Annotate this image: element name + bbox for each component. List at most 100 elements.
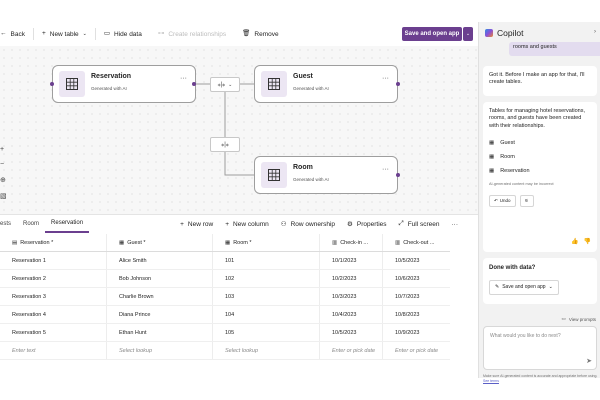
date-input-cell[interactable]: Enter or pick date bbox=[320, 342, 383, 359]
diagram-canvas[interactable]: Reservation Generated with AI ··· ⁎|⁎ ⌄ … bbox=[0, 46, 478, 214]
people-icon: ⚇ bbox=[280, 221, 287, 228]
table-row[interactable]: Reservation 3 Charlie Brown 103 10/3/202… bbox=[0, 288, 450, 306]
send-icon[interactable]: ➤ bbox=[586, 357, 592, 365]
grid-cell[interactable]: 10/6/2023 bbox=[383, 270, 446, 287]
column-header[interactable]: ▤ Reservation * bbox=[0, 234, 107, 251]
copilot-logo-icon bbox=[485, 29, 493, 37]
grid-cell[interactable]: 10/9/2023 bbox=[383, 324, 446, 341]
grid-cell[interactable]: Reservation 3 bbox=[0, 288, 107, 305]
lookup-column-icon: ▦ bbox=[119, 239, 125, 246]
table-row[interactable]: Reservation 5 Ethan Hunt 105 10/5/2023 1… bbox=[0, 324, 450, 342]
row-ownership-button[interactable]: ⚇ Row ownership bbox=[280, 220, 335, 229]
column-header[interactable]: ▦ Room * bbox=[213, 234, 320, 251]
create-relationships-button[interactable]: ⊶ Create relationships bbox=[150, 22, 234, 46]
grid-cell[interactable]: Reservation 1 bbox=[0, 252, 107, 269]
table-icon: ▦ bbox=[489, 153, 495, 160]
trash-icon: 🗑 bbox=[242, 29, 251, 37]
save-and-open-app-button[interactable]: Save and open app bbox=[402, 27, 462, 41]
grid-cell[interactable]: 10/5/2023 bbox=[320, 324, 383, 341]
grid-cell[interactable]: 10/2/2023 bbox=[320, 270, 383, 287]
chevron-down-icon: ⌄ bbox=[82, 30, 87, 37]
adjust-button[interactable]: ⚟ bbox=[519, 195, 534, 208]
grid-cell[interactable]: 10/5/2023 bbox=[383, 252, 446, 269]
lookup-input-cell[interactable]: Select lookup bbox=[107, 342, 213, 359]
table-row[interactable]: Reservation 4 Diana Prince 104 10/4/2023… bbox=[0, 306, 450, 324]
grid-cell[interactable]: Alice Smith bbox=[107, 252, 213, 269]
grid-cell[interactable]: Reservation 4 bbox=[0, 306, 107, 323]
tab-guests[interactable]: ests bbox=[0, 215, 17, 233]
table-actions: + New row + New column ⚇ Row ownership ⚙… bbox=[180, 215, 458, 233]
grid-cell[interactable]: Diana Prince bbox=[107, 306, 213, 323]
column-header[interactable]: ▦ Guest * bbox=[107, 234, 213, 251]
grid-cell[interactable]: 105 bbox=[213, 324, 320, 341]
chevron-down-icon: ⌄ bbox=[228, 81, 233, 88]
table-row[interactable]: Reservation 2 Bob Johnson 102 10/2/2023 … bbox=[0, 270, 450, 288]
tab-room[interactable]: Room bbox=[17, 215, 45, 233]
hide-data-button[interactable]: ▭ Hide data bbox=[96, 22, 150, 46]
grid-cell[interactable]: Reservation 5 bbox=[0, 324, 107, 341]
new-row-button[interactable]: + New row bbox=[180, 221, 213, 228]
done-with-data-card: Done with data? ✎ Save and open app ⌄ bbox=[483, 258, 597, 304]
table-link-guest[interactable]: ▦ Guest bbox=[489, 136, 591, 150]
full-screen-button[interactable]: ⤢ Full screen bbox=[399, 220, 440, 228]
view-prompts-button[interactable]: ▭ View prompts bbox=[562, 316, 596, 322]
tab-reservation[interactable]: Reservation bbox=[45, 215, 90, 233]
grid-cell[interactable]: 103 bbox=[213, 288, 320, 305]
more-options-icon[interactable]: ··· bbox=[452, 221, 459, 228]
table-icon bbox=[261, 71, 287, 97]
properties-button[interactable]: ⚙ Properties bbox=[347, 220, 386, 229]
table-link-room[interactable]: ▦ Room bbox=[489, 150, 591, 164]
many-to-one-icon: ⁎|⁎ bbox=[217, 82, 226, 88]
date-input-cell[interactable]: Enter or pick date bbox=[383, 342, 446, 359]
relationship-badge[interactable]: ⁎|⁎ bbox=[210, 137, 240, 152]
grid-cell[interactable]: Ethan Hunt bbox=[107, 324, 213, 341]
grid-cell[interactable]: Bob Johnson bbox=[107, 270, 213, 287]
map-icon[interactable]: ▧ bbox=[0, 192, 7, 200]
thumbs-down-icon[interactable]: 👎 bbox=[584, 238, 591, 246]
message-actions: ↶ Undo ⚟ bbox=[489, 191, 591, 208]
relationship-badge[interactable]: ⁎|⁎ ⌄ bbox=[210, 77, 240, 92]
grid-cell[interactable]: 10/4/2023 bbox=[320, 306, 383, 323]
grid-cell[interactable]: 10/8/2023 bbox=[383, 306, 446, 323]
save-and-open-app-chip[interactable]: ✎ Save and open app ⌄ bbox=[489, 280, 559, 295]
grid-cell[interactable]: 101 bbox=[213, 252, 320, 269]
text-input-cell[interactable]: Enter text bbox=[0, 342, 107, 359]
thumbs-up-icon[interactable]: 👍 bbox=[571, 238, 578, 246]
grid-cell[interactable]: 10/7/2023 bbox=[383, 288, 446, 305]
copilot-input[interactable]: What would you like to do next? ➤ bbox=[483, 326, 597, 370]
new-row-input[interactable]: Enter text Select lookup Select lookup E… bbox=[0, 342, 450, 360]
assistant-message: Got it. Before I make an app for that, I… bbox=[483, 66, 597, 96]
grid-cell[interactable]: 10/1/2023 bbox=[320, 252, 383, 269]
fit-view-icon[interactable]: ⊕ bbox=[0, 176, 7, 184]
prompts-icon: ▭ bbox=[561, 316, 566, 321]
more-options-icon[interactable]: ··· bbox=[382, 166, 389, 173]
table-node-reservation[interactable]: Reservation Generated with AI ··· bbox=[52, 65, 196, 103]
grid-cell[interactable]: Charlie Brown bbox=[107, 288, 213, 305]
grid-cell[interactable]: Reservation 2 bbox=[0, 270, 107, 287]
more-options-icon[interactable]: ··· bbox=[180, 75, 187, 82]
lookup-column-icon: ▦ bbox=[225, 239, 231, 246]
column-header[interactable]: ▥ Check-in ... bbox=[320, 234, 383, 251]
save-options-chevron-icon[interactable]: ⌄ bbox=[463, 27, 473, 41]
copilot-title: Copilot bbox=[497, 28, 524, 38]
table-node-room[interactable]: Room Generated with AI ··· bbox=[254, 156, 398, 194]
column-header[interactable]: ▥ Check-out ... bbox=[383, 234, 446, 251]
table-row[interactable]: Reservation 1 Alice Smith 101 10/1/2023 … bbox=[0, 252, 450, 270]
table-node-guest[interactable]: Guest Generated with AI ··· bbox=[254, 65, 398, 103]
new-column-button[interactable]: + New column bbox=[225, 221, 269, 228]
new-table-label: New table bbox=[49, 30, 79, 38]
zoom-in-icon[interactable]: + bbox=[0, 146, 7, 153]
close-icon[interactable]: › bbox=[594, 29, 596, 35]
grid-cell[interactable]: 104 bbox=[213, 306, 320, 323]
back-button[interactable]: ← Back bbox=[0, 22, 33, 46]
grid-cell[interactable]: 102 bbox=[213, 270, 320, 287]
lookup-input-cell[interactable]: Select lookup bbox=[213, 342, 320, 359]
grid-cell[interactable]: 10/3/2023 bbox=[320, 288, 383, 305]
new-table-button[interactable]: + New table ⌄ bbox=[34, 22, 95, 46]
see-terms-link[interactable]: See terms bbox=[483, 379, 499, 383]
zoom-out-icon[interactable]: − bbox=[0, 161, 7, 168]
undo-button[interactable]: ↶ Undo bbox=[489, 195, 516, 208]
table-link-reservation[interactable]: ▦ Reservation bbox=[489, 164, 591, 178]
remove-button[interactable]: 🗑 Remove bbox=[234, 22, 286, 46]
more-options-icon[interactable]: ··· bbox=[382, 75, 389, 82]
